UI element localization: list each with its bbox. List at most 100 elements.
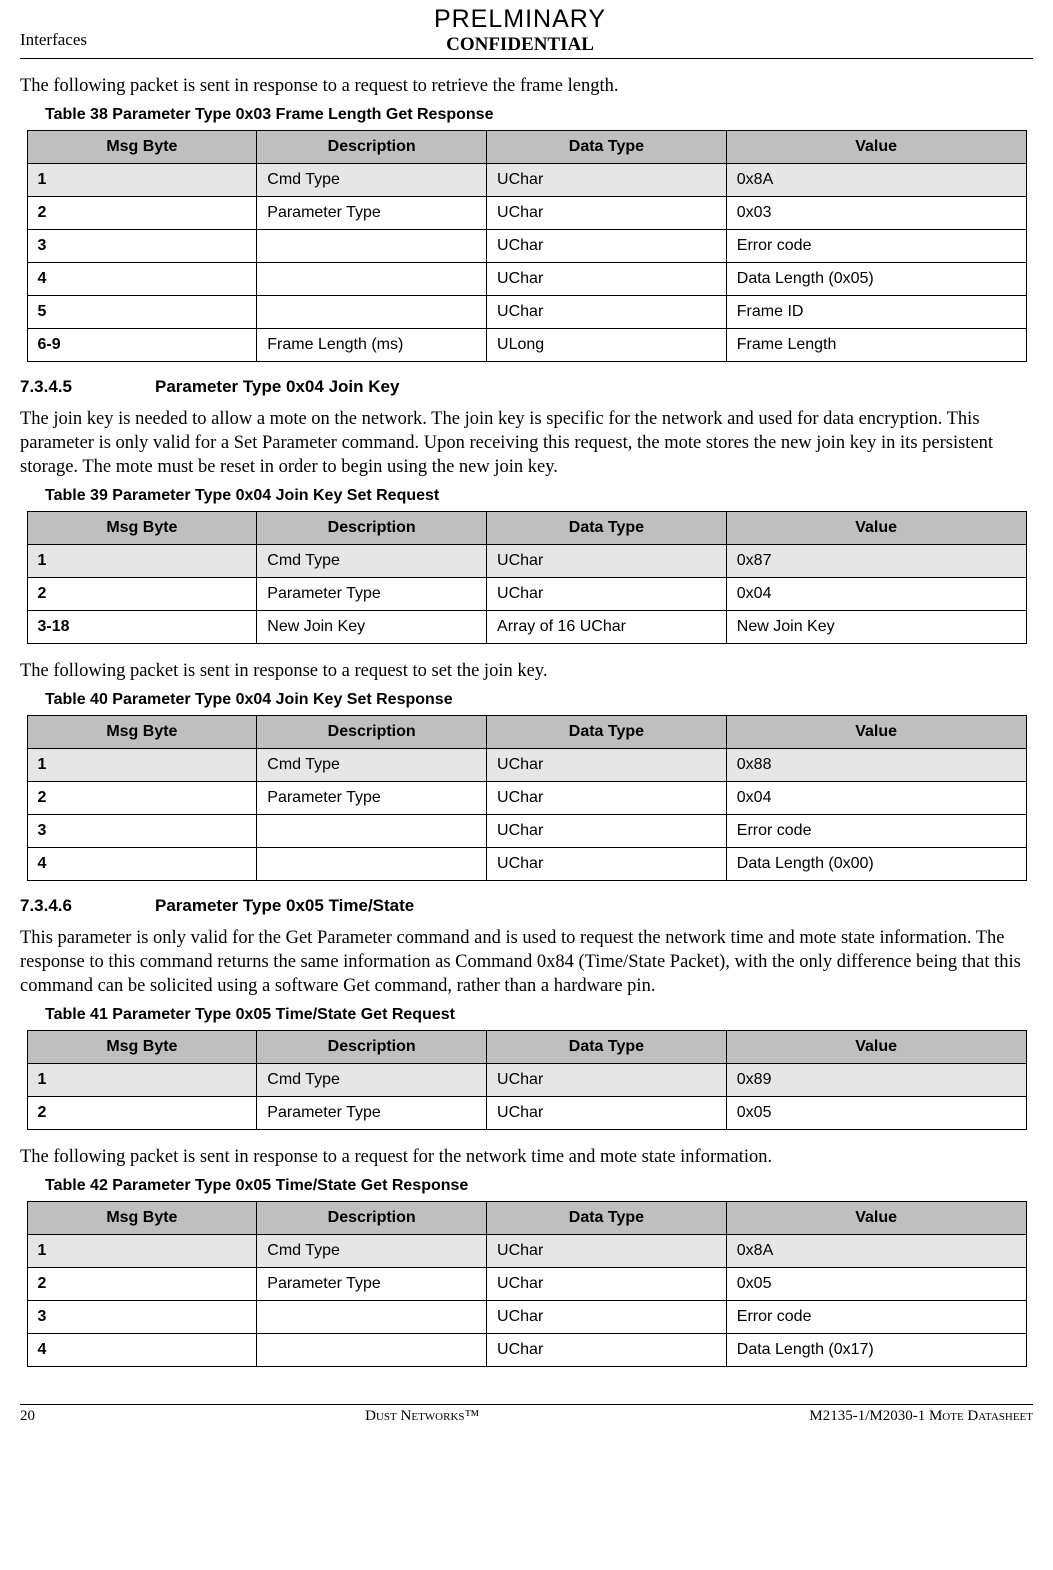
table-row: 4UCharData Length (0x00) xyxy=(27,848,1026,881)
table-cell: Data Length (0x00) xyxy=(726,848,1026,881)
table-row: 4UCharData Length (0x05) xyxy=(27,263,1026,296)
intro-text-40: The following packet is sent in response… xyxy=(20,659,1033,683)
page-footer: 20 Dust Networks™ M2135-1/M2030-1 Mote D… xyxy=(0,1408,1053,1425)
table-cell: Frame Length xyxy=(726,329,1026,362)
table-40: Msg Byte Description Data Type Value 1Cm… xyxy=(27,715,1027,881)
table-cell: 0x05 xyxy=(726,1268,1026,1301)
table-cell: Frame Length (ms) xyxy=(257,329,487,362)
table-cell: UChar xyxy=(487,1097,727,1130)
table-cell: 1 xyxy=(27,164,257,197)
caption-table-39: Table 39 Parameter Type 0x04 Join Key Se… xyxy=(45,487,1033,505)
table-cell: Parameter Type xyxy=(257,1097,487,1130)
table-cell: Data Length (0x17) xyxy=(726,1334,1026,1367)
table-cell: Cmd Type xyxy=(257,749,487,782)
table-cell: 5 xyxy=(27,296,257,329)
table-cell: 3 xyxy=(27,815,257,848)
intro-text-38: The following packet is sent in response… xyxy=(20,74,1033,98)
table-cell: Error code xyxy=(726,230,1026,263)
table-cell: 4 xyxy=(27,263,257,296)
table-row: 3UCharError code xyxy=(27,230,1026,263)
table-cell xyxy=(257,1301,487,1334)
table-header-row: Msg Byte Description Data Type Value xyxy=(27,512,1026,545)
th-value: Value xyxy=(726,131,1026,164)
footer-rule xyxy=(20,1404,1033,1405)
section-number: 7.3.4.5 xyxy=(20,377,155,397)
section-number: 7.3.4.6 xyxy=(20,896,155,916)
table-cell xyxy=(257,1334,487,1367)
table-cell: 1 xyxy=(27,545,257,578)
table-cell: UChar xyxy=(487,164,727,197)
caption-table-41: Table 41 Parameter Type 0x05 Time/State … xyxy=(45,1006,1033,1024)
section-title: Parameter Type 0x04 Join Key xyxy=(155,377,399,396)
th-msgbyte: Msg Byte xyxy=(27,131,257,164)
table-39: Msg Byte Description Data Type Value 1Cm… xyxy=(27,511,1027,644)
table-row: 3UCharError code xyxy=(27,815,1026,848)
table-cell: Array of 16 UChar xyxy=(487,611,727,644)
section-7-3-4-6: 7.3.4.6Parameter Type 0x05 Time/State xyxy=(20,896,1033,916)
header-rule xyxy=(20,58,1033,59)
table-cell: UChar xyxy=(487,1268,727,1301)
table-row: 5 UCharFrame ID xyxy=(27,296,1026,329)
table-cell: New Join Key xyxy=(726,611,1026,644)
table-row: 3-18New Join KeyArray of 16 UCharNew Joi… xyxy=(27,611,1026,644)
table-cell: 3-18 xyxy=(27,611,257,644)
table-row: 4UCharData Length (0x17) xyxy=(27,1334,1026,1367)
preliminary-label: PRELMINARY xyxy=(87,5,953,34)
table-cell: UChar xyxy=(487,230,727,263)
table-cell: 2 xyxy=(27,1268,257,1301)
table-cell: UChar xyxy=(487,263,727,296)
table-cell: 0x8A xyxy=(726,164,1026,197)
caption-table-38: Table 38 Parameter Type 0x03 Frame Lengt… xyxy=(45,106,1033,124)
page-number: 20 xyxy=(20,1408,35,1425)
th-datatype: Data Type xyxy=(487,131,727,164)
table-row: 2Parameter TypeUChar0x03 xyxy=(27,197,1026,230)
table-cell: UChar xyxy=(487,1064,727,1097)
table-cell: UChar xyxy=(487,815,727,848)
table-row: 2Parameter TypeUChar0x04 xyxy=(27,782,1026,815)
confidential-label: CONFIDENTIAL xyxy=(87,34,953,56)
table-cell: 2 xyxy=(27,1097,257,1130)
table-cell xyxy=(257,848,487,881)
table-cell xyxy=(257,263,487,296)
table-cell: UChar xyxy=(487,545,727,578)
table-row: 1Cmd TypeUChar0x87 xyxy=(27,545,1026,578)
table-header-row: Msg Byte Description Data Type Value xyxy=(27,716,1026,749)
table-cell: UChar xyxy=(487,296,727,329)
table-cell: 0x03 xyxy=(726,197,1026,230)
table-cell: 0x04 xyxy=(726,782,1026,815)
table-cell: 0x04 xyxy=(726,578,1026,611)
table-cell: UChar xyxy=(487,1235,727,1268)
table-cell: Parameter Type xyxy=(257,197,487,230)
th-description: Description xyxy=(257,131,487,164)
para-7-3-4-6: This parameter is only valid for the Get… xyxy=(20,926,1033,998)
table-cell: 2 xyxy=(27,197,257,230)
table-cell: UChar xyxy=(487,782,727,815)
table-cell xyxy=(257,230,487,263)
table-cell: 0x89 xyxy=(726,1064,1026,1097)
table-cell: Cmd Type xyxy=(257,164,487,197)
footer-doc-id: M2135-1/M2030-1 Mote Datasheet xyxy=(809,1408,1033,1425)
table-row: 3UCharError code xyxy=(27,1301,1026,1334)
table-header-row: Msg Byte Description Data Type Value xyxy=(27,1031,1026,1064)
table-cell: Parameter Type xyxy=(257,578,487,611)
table-row: 1Cmd TypeUChar0x8A xyxy=(27,164,1026,197)
table-cell: 2 xyxy=(27,578,257,611)
table-row: 6-9Frame Length (ms)ULongFrame Length xyxy=(27,329,1026,362)
page-header: Interfaces PRELMINARY CONFIDENTIAL xyxy=(0,0,1053,56)
table-cell: ULong xyxy=(487,329,727,362)
table-header-row: Msg Byte Description Data Type Value xyxy=(27,1202,1026,1235)
table-cell: 0x8A xyxy=(726,1235,1026,1268)
table-cell: 0x05 xyxy=(726,1097,1026,1130)
table-38: Msg Byte Description Data Type Value 1Cm… xyxy=(27,130,1027,362)
table-cell: Parameter Type xyxy=(257,782,487,815)
header-section-name: Interfaces xyxy=(20,5,87,50)
table-cell: 1 xyxy=(27,749,257,782)
table-cell: UChar xyxy=(487,1334,727,1367)
section-7-3-4-5: 7.3.4.5Parameter Type 0x04 Join Key xyxy=(20,377,1033,397)
table-cell: Frame ID xyxy=(726,296,1026,329)
table-cell: 2 xyxy=(27,782,257,815)
table-cell: Cmd Type xyxy=(257,1064,487,1097)
table-row: 1Cmd TypeUChar0x88 xyxy=(27,749,1026,782)
table-cell: 3 xyxy=(27,1301,257,1334)
caption-table-42: Table 42 Parameter Type 0x05 Time/State … xyxy=(45,1177,1033,1195)
